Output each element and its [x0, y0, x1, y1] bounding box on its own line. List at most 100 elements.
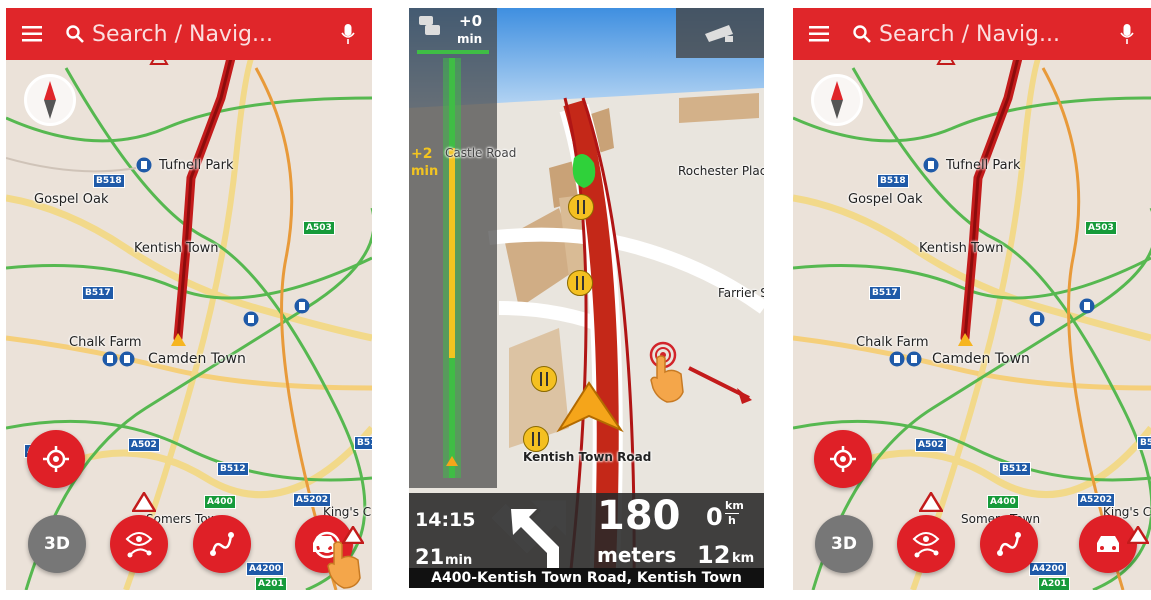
speed-unit-bottom: h — [725, 513, 739, 527]
road-shield-a503: A503 — [303, 221, 335, 235]
map-label-tufnell-park: Tufnell Park — [159, 158, 234, 173]
road-shield-b512: B512 — [217, 462, 249, 476]
menu-icon[interactable] — [793, 8, 845, 60]
restaurant-icon-4 — [523, 426, 549, 452]
street-label-farrier-st: Farrier St — [718, 286, 764, 300]
side-delay-value: +2 — [411, 146, 433, 162]
search-icon — [845, 8, 879, 60]
map-label-chalk-farm: Chalk Farm — [69, 335, 142, 350]
map-label-camden-town: Camden Town — [932, 351, 1030, 367]
crosshair-icon — [830, 446, 856, 472]
map-label-kentish-town: Kentish Town — [919, 241, 1004, 256]
fuel-station-icon-3 — [243, 310, 259, 332]
map-label-camden-town: Camden Town — [148, 351, 246, 367]
view-3d-button[interactable]: 3D — [815, 515, 873, 573]
arrival-time: 14:15 — [415, 509, 476, 531]
route-icon — [997, 532, 1021, 556]
road-shield-a502: A502 — [128, 438, 160, 452]
road-shield-b51: B51 — [354, 436, 372, 450]
traffic-cars-icon — [419, 16, 440, 35]
microphone-icon[interactable] — [324, 8, 372, 60]
side-delay-unit: min — [411, 164, 439, 179]
road-shield-a503: A503 — [1085, 221, 1117, 235]
fuel-station-icon-4 — [889, 350, 923, 372]
my-location-button[interactable] — [814, 430, 872, 488]
road-shield-a4200: A4200 — [1029, 562, 1068, 576]
road-shield-b512: B512 — [999, 462, 1031, 476]
warning-icon — [917, 490, 945, 516]
top-search-bar: Search / Navig... — [6, 8, 372, 60]
map-panel-left: Search / Navig... Tufnell Park Gospel Oa… — [6, 8, 372, 590]
traffic-bar-strip — [409, 8, 497, 488]
road-shield-b517: B517 — [869, 286, 901, 300]
next-turn-distance: 180 — [597, 493, 681, 539]
map-label-tufnell-park: Tufnell Park — [946, 158, 1021, 173]
crosshair-icon — [43, 446, 69, 472]
route-options-button[interactable] — [193, 515, 251, 573]
road-shield-b518: B518 — [93, 174, 125, 188]
warning-icon — [130, 490, 158, 516]
map-label-chalk-farm: Chalk Farm — [856, 335, 929, 350]
eye-route-icon — [125, 532, 153, 558]
compass-icon[interactable] — [24, 74, 76, 126]
road-shield-a5202: A5202 — [293, 493, 332, 507]
fuel-station-icon-2 — [294, 297, 310, 319]
view-3d-button[interactable]: 3D — [28, 515, 86, 573]
top-search-bar: Search / Navig... — [793, 8, 1151, 60]
speed-unit-top: km — [725, 499, 744, 512]
current-speed-value: 0 — [706, 503, 723, 531]
next-turn-unit: meters — [597, 543, 677, 567]
route-options-button[interactable] — [980, 515, 1038, 573]
microphone-icon[interactable] — [1103, 8, 1151, 60]
street-label-rochester-place: Rochester Place — [678, 164, 764, 178]
my-location-button[interactable] — [27, 430, 85, 488]
map-panel-right: Search / Navig... Tufnell Park Gospel Oa… — [793, 8, 1151, 590]
restaurant-icon — [568, 194, 594, 220]
warning-icon-2 — [340, 524, 366, 548]
search-icon — [58, 8, 92, 60]
map-label-kentish-town: Kentish Town — [134, 241, 219, 256]
road-shield-a201: A201 — [255, 577, 287, 590]
remaining-time-unit: min — [445, 553, 473, 568]
eye-route-icon — [912, 532, 940, 558]
search-input[interactable]: Search / Navig... — [879, 22, 1103, 47]
traffic-delay-unit: min — [457, 32, 483, 46]
street-label-kentish-town-road: Kentish Town Road — [523, 450, 652, 464]
map-label-gospel-oak: Gospel Oak — [34, 192, 109, 207]
fuel-station-icon-4 — [102, 350, 136, 372]
fuel-station-icon-3 — [1029, 310, 1045, 332]
restaurant-icon-2 — [567, 270, 593, 296]
current-street-name: A400-Kentish Town Road, Kentish Town — [409, 568, 764, 588]
remaining-distance-value: 12 — [697, 541, 731, 569]
street-label-castle-road: Castle Road — [445, 146, 517, 160]
speed-camera-indicator[interactable] — [676, 8, 764, 58]
compass-icon[interactable] — [811, 74, 863, 126]
navigation-panel: +0 min +2 min Castle Road Rochester Plac… — [409, 8, 764, 588]
road-shield-a400: A400 — [987, 495, 1019, 509]
fuel-station-icon-2 — [1079, 297, 1095, 319]
fuel-station-icon — [136, 156, 152, 178]
road-shield-b518: B518 — [877, 174, 909, 188]
remaining-distance-unit: km — [732, 551, 755, 566]
traffic-delay-header: +0 min — [409, 8, 497, 58]
road-shield-a502: A502 — [915, 438, 947, 452]
fuel-station-icon — [923, 156, 939, 178]
pointing-hand-icon — [649, 354, 689, 408]
search-input[interactable]: Search / Navig... — [92, 22, 324, 47]
turn-left-arrow-icon — [511, 509, 559, 571]
car-icon — [1097, 536, 1119, 552]
road-shield-a5202: A5202 — [1077, 493, 1116, 507]
road-shield-b517: B517 — [82, 286, 114, 300]
remaining-time-value: 21 — [415, 545, 445, 569]
road-shield-b5: B5 — [1137, 436, 1151, 450]
road-shield-a201: A201 — [1038, 577, 1070, 590]
restaurant-icon-3 — [531, 366, 557, 392]
traffic-delay-value: +0 — [459, 12, 483, 30]
road-shield-a4200: A4200 — [246, 562, 285, 576]
route-overview-button[interactable] — [897, 515, 955, 573]
route-overview-button[interactable] — [110, 515, 168, 573]
road-shield-a400: A400 — [204, 495, 236, 509]
speed-camera-icon — [705, 25, 733, 42]
map-label-gospel-oak: Gospel Oak — [848, 192, 923, 207]
menu-icon[interactable] — [6, 8, 58, 60]
